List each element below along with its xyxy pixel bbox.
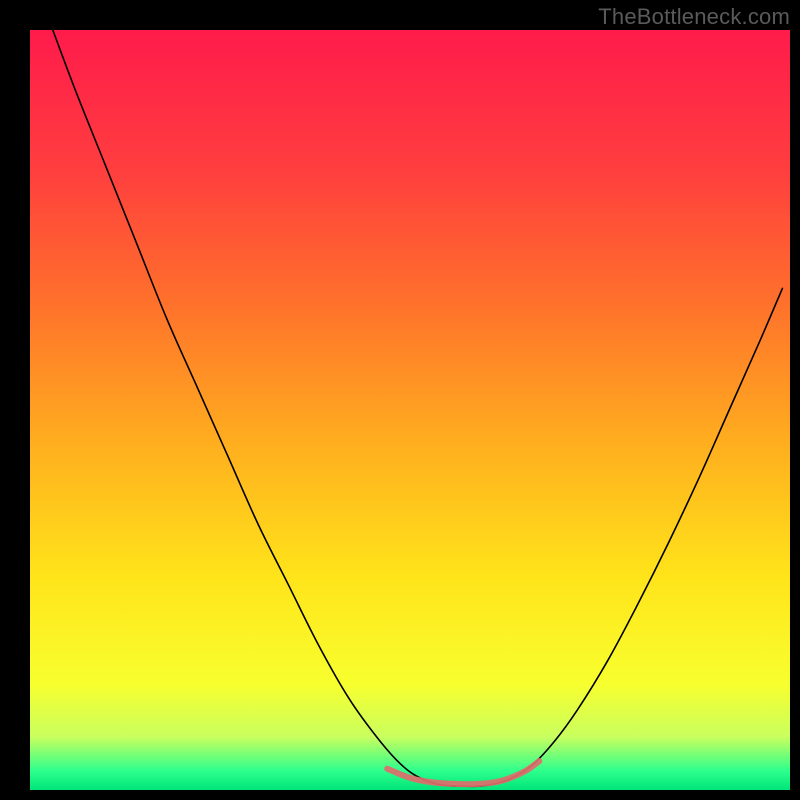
chart-frame: TheBottleneck.com — [0, 0, 800, 800]
chart-gradient-background — [30, 30, 790, 790]
watermark-text: TheBottleneck.com — [598, 4, 790, 30]
bottleneck-chart — [0, 0, 800, 800]
